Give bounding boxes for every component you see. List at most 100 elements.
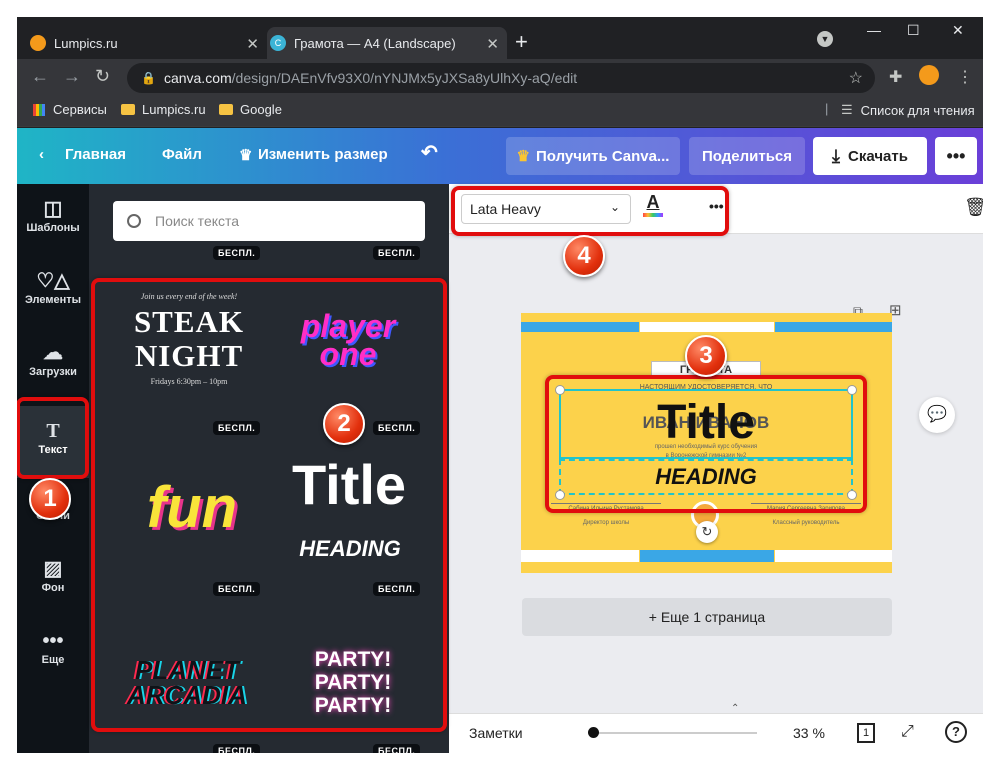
folder-icon xyxy=(121,104,135,115)
browser-toolbar: ← → ↻ 🔒 canva.com /design/DAEnVfv93X0/nY… xyxy=(17,59,983,95)
canva-favicon-icon: C xyxy=(270,35,286,51)
get-canva-pro-button[interactable]: ♛ Получить Canva... xyxy=(506,137,680,175)
resize-menu[interactable]: Изменить размер xyxy=(258,146,388,163)
crown-icon: ♛ xyxy=(516,148,530,165)
url-host: canva.com xyxy=(163,70,232,86)
more-options-icon[interactable]: ••• xyxy=(935,137,977,175)
bookmark-services[interactable]: Сервисы xyxy=(33,102,107,117)
cloud-upload-icon: ☁ xyxy=(43,342,63,364)
new-tab-icon[interactable]: + xyxy=(515,29,528,55)
rail-templates[interactable]: ◫ Шаблоны xyxy=(17,196,89,256)
rail-elements[interactable]: ♡△ Элементы xyxy=(17,268,89,328)
browser-menu-icon[interactable]: ⋮ xyxy=(957,67,973,87)
address-bar[interactable]: 🔒 canva.com /design/DAEnVfv93X0/nYNJMx5y… xyxy=(127,63,875,93)
background-icon: ▨ xyxy=(43,558,63,580)
search-icon xyxy=(127,214,141,228)
folder-icon xyxy=(219,104,233,115)
free-badge: БЕСПЛ. xyxy=(373,246,421,260)
browser-window: Lumpics.ru ✕ C Грамота — A4 (Landscape) … xyxy=(17,17,983,753)
canva-header: ‹ Главная Файл ♛ Изменить размер ↶ ♛ Пол… xyxy=(17,128,983,184)
reload-icon[interactable]: ↻ xyxy=(95,66,110,87)
highlight-font-toolbar xyxy=(451,186,729,236)
share-button[interactable]: Поделиться xyxy=(689,137,805,175)
tab-search-icon[interactable]: ▼ xyxy=(817,31,833,47)
close-window-icon[interactable]: ✕ xyxy=(952,22,964,39)
close-tab-icon[interactable]: ✕ xyxy=(486,35,499,53)
step-number: 1 xyxy=(29,478,71,520)
download-icon: ⤓ xyxy=(832,145,841,166)
maximize-icon[interactable]: ☐ xyxy=(907,22,920,39)
page-count[interactable]: 1 xyxy=(857,723,875,743)
forward-icon[interactable]: → xyxy=(63,66,81,87)
zoom-level[interactable]: 33 % xyxy=(793,725,825,741)
rail-label: Фон xyxy=(41,582,65,594)
highlight-text-panel xyxy=(91,278,447,732)
doc-signature-1-role: Директор школы xyxy=(582,520,630,526)
more-dots-icon: ••• xyxy=(42,630,64,652)
step-number: 2 xyxy=(323,403,365,445)
divider: | xyxy=(825,101,829,116)
trash-icon[interactable]: 🗑 xyxy=(964,197,983,218)
bookmark-label: Сервисы xyxy=(53,102,107,117)
home-back-icon[interactable]: ‹ xyxy=(39,146,44,163)
rail-background[interactable]: ▨ Фон xyxy=(17,556,89,616)
scrollbar[interactable] xyxy=(969,254,977,694)
bookmark-label: Google xyxy=(240,102,282,117)
extensions-icon[interactable]: ✚ xyxy=(889,67,902,87)
undo-icon[interactable]: ↶ xyxy=(421,140,438,165)
rail-more[interactable]: ••• Еще xyxy=(17,628,89,688)
bookmark-lumpics[interactable]: Lumpics.ru xyxy=(121,102,206,117)
rail-label: Еще xyxy=(41,654,65,666)
get-canva-label: Получить Canva... xyxy=(536,147,670,165)
doc-stripe xyxy=(640,322,774,332)
bookmark-google[interactable]: Google xyxy=(219,102,282,117)
elements-icon: ♡△ xyxy=(36,270,70,292)
fullscreen-icon[interactable]: ⤢ xyxy=(901,723,914,741)
url-path: /design/DAEnVfv93X0/nYNJMx5yJXSa8yUlhXy-… xyxy=(231,70,578,86)
doc-stripe xyxy=(775,550,892,562)
profile-avatar[interactable] xyxy=(919,65,939,85)
home-link[interactable]: Главная xyxy=(65,146,126,163)
rail-uploads[interactable]: ☁ Загрузки xyxy=(17,340,89,400)
step-number: 3 xyxy=(685,335,727,377)
add-comment-icon[interactable]: 💬 xyxy=(919,397,955,433)
rail-label: Загрузки xyxy=(29,366,77,378)
file-menu[interactable]: Файл xyxy=(162,146,202,163)
minimize-icon[interactable]: — xyxy=(867,22,881,38)
tab-title: Lumpics.ru xyxy=(54,35,118,51)
download-button[interactable]: ⤓ Скачать xyxy=(813,137,927,175)
orange-favicon-icon xyxy=(30,35,46,51)
tab-lumpics[interactable]: Lumpics.ru ✕ xyxy=(27,27,267,59)
tab-canva[interactable]: C Грамота — A4 (Landscape) ✕ xyxy=(267,27,507,59)
rail-label: Шаблоны xyxy=(26,222,80,234)
rotate-icon[interactable]: ↻ xyxy=(696,521,718,543)
tab-title: Грамота — A4 (Landscape) xyxy=(294,35,456,51)
rail-label: Элементы xyxy=(24,294,82,306)
doc-stripe xyxy=(521,322,639,332)
templates-icon: ◫ xyxy=(43,198,63,220)
highlight-canvas-text xyxy=(545,375,867,513)
free-badge: БЕСПЛ. xyxy=(213,744,261,753)
bottom-bar: Заметки 33 % 1 ⤢ ? xyxy=(449,713,983,753)
back-icon[interactable]: ← xyxy=(31,66,49,87)
reading-list-label: Список для чтения xyxy=(860,102,975,118)
close-tab-icon[interactable]: ✕ xyxy=(246,35,259,53)
download-label: Скачать xyxy=(848,147,908,165)
doc-stripe xyxy=(640,550,774,562)
highlight-text-tab xyxy=(17,397,89,479)
tab-strip: Lumpics.ru ✕ C Грамота — A4 (Landscape) … xyxy=(17,17,983,59)
zoom-slider-thumb[interactable] xyxy=(588,727,599,738)
zoom-slider[interactable] xyxy=(593,732,757,734)
bookmark-label: Lumpics.ru xyxy=(142,102,206,117)
step-number: 4 xyxy=(563,235,605,277)
bookmark-star-icon[interactable]: ☆ xyxy=(849,68,863,88)
reading-list[interactable]: ☰ Список для чтения xyxy=(841,102,975,118)
notes-button[interactable]: Заметки xyxy=(469,725,523,741)
add-page-button[interactable]: + Еще 1 страница xyxy=(522,598,892,636)
bookmarks-bar: Сервисы Lumpics.ru Google | ☰ Список для… xyxy=(17,95,983,127)
free-badge: БЕСПЛ. xyxy=(373,744,421,753)
crown-icon: ♛ xyxy=(239,147,253,164)
help-icon[interactable]: ? xyxy=(945,721,967,743)
search-text-input[interactable]: Поиск текста xyxy=(113,201,425,241)
doc-stripe xyxy=(775,322,892,332)
